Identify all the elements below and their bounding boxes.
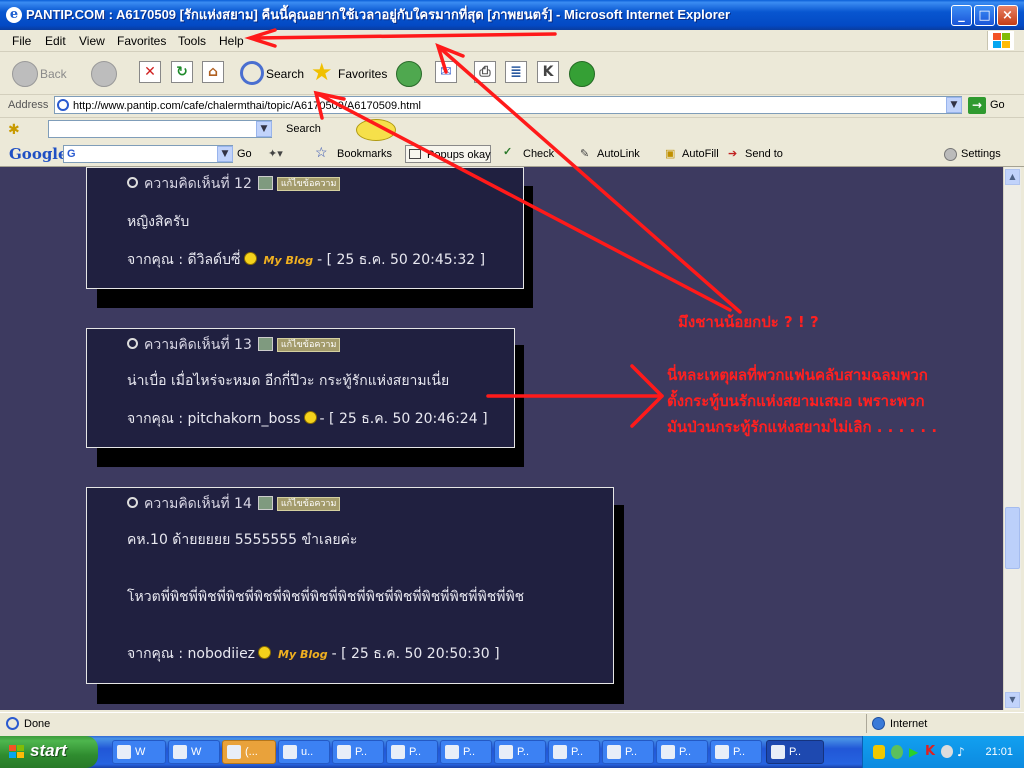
task-label: W — [191, 746, 202, 758]
taskbar-button-messenger[interactable]: (... — [222, 740, 276, 764]
page-done-icon — [6, 717, 19, 730]
ie-icon — [553, 745, 567, 759]
ie-icon — [337, 745, 351, 759]
ie-icon — [661, 745, 675, 759]
taskbar-button-pantip[interactable]: P.. — [386, 740, 438, 764]
taskbar-button-pantip[interactable]: P.. — [440, 740, 492, 764]
word-icon — [117, 745, 131, 759]
security-zone: Internet — [890, 718, 928, 730]
messenger-icon — [283, 745, 297, 759]
task-label: P.. — [679, 746, 692, 758]
task-label: P.. — [355, 746, 368, 758]
task-label: P.. — [463, 746, 476, 758]
windows-flag-icon — [9, 745, 24, 758]
start-label: start — [30, 741, 67, 760]
messenger-tray-icon[interactable] — [891, 745, 903, 759]
task-label: P.. — [517, 746, 530, 758]
ie-icon — [607, 745, 621, 759]
status-divider — [866, 714, 867, 733]
taskbar-button-pantip[interactable]: P.. — [332, 740, 384, 764]
annotation-arrows — [244, 28, 742, 428]
k-icon[interactable]: K — [925, 745, 935, 759]
taskbar-button-pantip[interactable]: P.. — [656, 740, 708, 764]
task-label: W — [135, 746, 146, 758]
play-icon[interactable]: ▶ — [909, 746, 918, 758]
clock: 21:01 — [985, 746, 1013, 758]
taskbar-button-pantip[interactable]: P.. — [494, 740, 546, 764]
globe-icon — [872, 717, 885, 730]
ie-icon — [499, 745, 513, 759]
task-label: P.. — [733, 746, 746, 758]
start-button[interactable]: start — [0, 736, 98, 768]
task-label: P.. — [625, 746, 638, 758]
network-icon[interactable] — [941, 745, 953, 758]
task-label: P.. — [571, 746, 584, 758]
arrow-to-address — [318, 93, 732, 312]
arrow-head — [630, 394, 664, 428]
task-label: P.. — [789, 746, 802, 758]
media-icon — [173, 745, 187, 759]
task-label: P.. — [409, 746, 422, 758]
taskbar-button-word[interactable]: W — [112, 740, 166, 764]
taskbar-button-messenger-2[interactable]: u.. — [278, 740, 330, 764]
volume-icon[interactable]: ♪ — [957, 745, 965, 759]
ie-icon — [445, 745, 459, 759]
task-label: u.. — [301, 746, 314, 758]
taskbar-button-media[interactable]: W — [168, 740, 220, 764]
task-label: (... — [245, 746, 258, 758]
ie-icon — [771, 745, 785, 759]
taskbar-button-pantip[interactable]: P.. — [548, 740, 600, 764]
taskbar: start W W (... u.. P.. P.. P.. P.. P.. P… — [0, 736, 1024, 768]
messenger-icon — [227, 745, 241, 759]
shield-icon[interactable] — [873, 745, 885, 759]
arrow-to-menu — [253, 32, 557, 40]
ie-icon — [391, 745, 405, 759]
taskbar-button-pantip-active[interactable]: P.. — [766, 740, 824, 764]
taskbar-button-pantip[interactable]: P.. — [710, 740, 762, 764]
status-text: Done — [24, 718, 51, 730]
status-bar: Done Internet — [0, 712, 1024, 735]
system-tray: ▶ K ♪ 21:01 — [862, 736, 1024, 768]
ie-icon — [715, 745, 729, 759]
taskbar-button-pantip[interactable]: P.. — [602, 740, 654, 764]
arrow-head — [630, 364, 664, 398]
